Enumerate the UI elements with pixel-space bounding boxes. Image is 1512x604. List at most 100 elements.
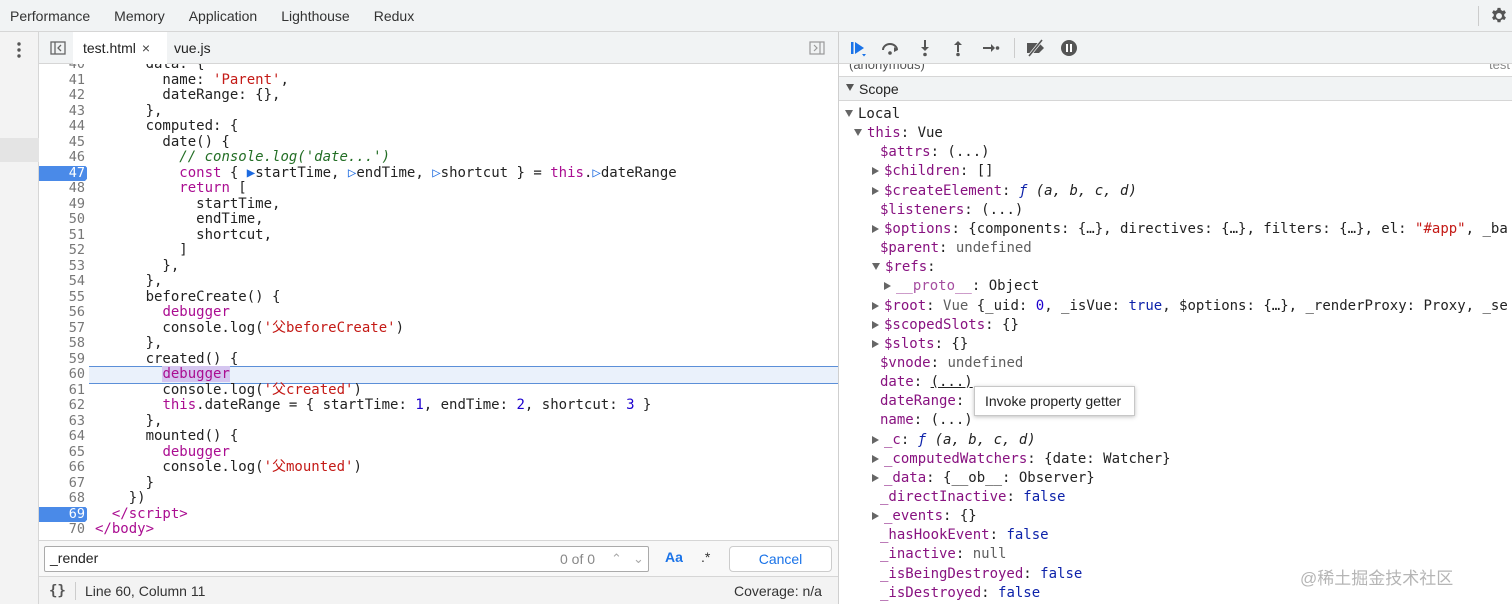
line-number[interactable]: 43: [39, 103, 85, 120]
line-number[interactable]: 41: [39, 72, 85, 89]
line-number[interactable]: 65: [39, 444, 85, 461]
chevron-up-icon[interactable]: ⌃: [611, 551, 622, 567]
scope-tree-row[interactable]: _inactive: null: [880, 545, 1006, 564]
navigator-toggle-icon[interactable]: [50, 40, 66, 56]
scope-tree-row[interactable]: $listeners: (...): [880, 201, 1023, 220]
debugger-toggle-icon[interactable]: [809, 40, 825, 56]
step-out-icon[interactable]: [949, 39, 967, 57]
line-number[interactable]: 63: [39, 413, 85, 430]
line-number[interactable]: 61: [39, 382, 85, 399]
tab-redux[interactable]: Redux: [364, 0, 428, 32]
scope-tree-row[interactable]: $vnode: undefined: [880, 354, 1023, 373]
scope-tree-row[interactable]: _hasHookEvent: false: [880, 526, 1049, 545]
line-number[interactable]: 46: [39, 149, 85, 166]
collapsed-triangle-icon[interactable]: [872, 301, 879, 310]
regex-button[interactable]: .*: [701, 549, 710, 565]
line-number[interactable]: 58: [39, 335, 85, 352]
line-number[interactable]: 45: [39, 134, 85, 151]
expanded-triangle-icon[interactable]: [854, 129, 862, 137]
collapsed-triangle-icon[interactable]: [872, 224, 879, 233]
line-number[interactable]: 55: [39, 289, 85, 306]
deactivate-breakpoints-icon[interactable]: [1025, 39, 1047, 57]
line-number[interactable]: 42: [39, 87, 85, 104]
line-number[interactable]: 67: [39, 475, 85, 492]
line-number[interactable]: 56: [39, 304, 85, 321]
tab-application[interactable]: Application: [179, 0, 272, 32]
line-number[interactable]: 44: [39, 118, 85, 135]
chevron-down-icon[interactable]: ⌄: [633, 551, 644, 567]
tab-lighthouse[interactable]: Lighthouse: [271, 0, 364, 32]
scope-tree-row[interactable]: _directInactive: false: [880, 488, 1065, 507]
line-number[interactable]: 53: [39, 258, 85, 275]
step-into-icon[interactable]: [916, 39, 934, 57]
scope-tree-row[interactable]: $attrs: (...): [880, 143, 990, 162]
kebab-menu-icon[interactable]: [12, 40, 26, 60]
scope-tree-row[interactable]: $root: Vue {_uid: 0, _isVue: true, $opti…: [872, 297, 1508, 316]
line-number[interactable]: 64: [39, 428, 85, 445]
scope-tree-row[interactable]: date: (...): [880, 373, 973, 392]
collapsed-triangle-icon[interactable]: [872, 186, 879, 195]
line-number[interactable]: 50: [39, 211, 85, 228]
scope-tree-row[interactable]: name: (...): [880, 411, 973, 430]
collapsed-triangle-icon[interactable]: [872, 320, 879, 329]
line-number[interactable]: 52: [39, 242, 85, 259]
resume-icon[interactable]: [849, 39, 867, 57]
search-input[interactable]: _render 0 of 0 ⌃ ⌄: [44, 546, 649, 572]
scope-section-header[interactable]: Scope: [839, 76, 1512, 101]
line-number[interactable]: 68: [39, 490, 85, 507]
scope-tree-row[interactable]: _isBeingDestroyed: false: [880, 565, 1082, 584]
scope-tree-row[interactable]: __proto__: Object: [884, 277, 1039, 296]
collapsed-triangle-icon[interactable]: [872, 454, 879, 463]
scope-tree-row[interactable]: _c: ƒ (a, b, c, d): [872, 431, 1036, 450]
scope-tree-row[interactable]: $slots: {}: [872, 335, 968, 354]
collapsed-triangle-icon[interactable]: [872, 339, 879, 348]
scope-tree-row[interactable]: _isDestroyed: false: [880, 584, 1040, 603]
line-number[interactable]: 59: [39, 351, 85, 368]
file-tab-test-html[interactable]: test.html ×: [73, 32, 167, 64]
collapsed-triangle-icon[interactable]: [884, 282, 891, 291]
code-editor[interactable]: 40 data: {41 name: 'Parent', 42 dateRange…: [39, 64, 839, 540]
scope-tree-row[interactable]: $refs:: [872, 258, 936, 277]
file-tab-vue-js[interactable]: vue.js: [174, 32, 211, 64]
line-number[interactable]: 54: [39, 273, 85, 290]
collapsed-triangle-icon[interactable]: [872, 473, 879, 482]
line-number[interactable]: 51: [39, 227, 85, 244]
scope-tree-row[interactable]: this: Vue: [854, 124, 943, 143]
collapsed-triangle-icon[interactable]: [872, 167, 879, 176]
scope-tree-row[interactable]: _events: {}: [872, 507, 977, 526]
close-icon[interactable]: ×: [142, 40, 150, 56]
scope-tree-row[interactable]: $scopedSlots: {}: [872, 316, 1019, 335]
expanded-triangle-icon[interactable]: [845, 110, 853, 117]
line-number[interactable]: 69: [39, 506, 85, 523]
settings-gear-icon[interactable]: [1490, 7, 1508, 25]
scope-tree-row[interactable]: _data: {__ob__: Observer}: [872, 469, 1095, 488]
line-number[interactable]: 57: [39, 320, 85, 337]
line-number[interactable]: 47: [39, 165, 85, 182]
tab-performance[interactable]: Performance: [0, 0, 104, 32]
pretty-print-button[interactable]: {}: [49, 583, 66, 599]
scope-property: _directInactive: false: [880, 489, 1066, 505]
match-case-button[interactable]: Aa: [665, 549, 683, 565]
line-number[interactable]: 70: [39, 521, 85, 538]
scope-tree-row[interactable]: $parent: undefined: [880, 239, 1032, 258]
collapsed-triangle-icon[interactable]: [872, 512, 879, 521]
scope-tree-row[interactable]: _computedWatchers: {date: Watcher}: [872, 450, 1171, 469]
scope-tree-row[interactable]: Local: [845, 105, 900, 124]
collapsed-triangle-icon[interactable]: [872, 435, 879, 444]
line-number[interactable]: 62: [39, 397, 85, 414]
line-number[interactable]: 60: [39, 366, 85, 383]
scope-tree-row[interactable]: $createElement: ƒ (a, b, c, d): [872, 182, 1137, 201]
cancel-button[interactable]: Cancel: [729, 546, 832, 572]
line-number[interactable]: 66: [39, 459, 85, 476]
scope-tree-row[interactable]: $options: {components: {…}, directives: …: [872, 220, 1508, 239]
tab-memory[interactable]: Memory: [104, 0, 179, 32]
step-over-icon[interactable]: [881, 39, 899, 57]
call-frame-row[interactable]: (anonymous) test: [839, 64, 1512, 74]
step-icon[interactable]: [982, 39, 1000, 57]
expanded-triangle-icon[interactable]: [872, 263, 880, 271]
scope-tree-row[interactable]: dateRange:: [880, 392, 964, 411]
line-number[interactable]: 48: [39, 180, 85, 197]
scope-tree-row[interactable]: $children: []: [872, 162, 994, 181]
line-number[interactable]: 49: [39, 196, 85, 213]
pause-on-exceptions-icon[interactable]: [1060, 39, 1078, 57]
